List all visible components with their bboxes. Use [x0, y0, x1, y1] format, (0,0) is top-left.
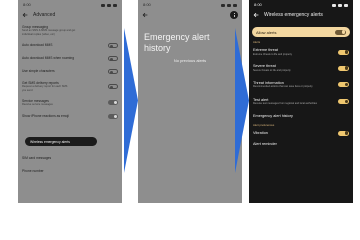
phone-alert-history: 8:00 Emergency alert history No previous… [138, 0, 242, 203]
empty-state-message: No previous alerts [173, 58, 207, 63]
vibration-setting[interactable]: Vibration [253, 127, 349, 139]
status-bar: 8:00 [143, 2, 237, 8]
alert-test-alert[interactable]: Test alert Receive test messages from re… [253, 93, 349, 110]
status-icons [101, 3, 117, 7]
setting-group-messaging[interactable]: Group messaging Send an SMS & MMS messag… [22, 22, 118, 39]
setting-label: Vibration [253, 130, 268, 135]
setting-auto-download-mms[interactable]: Auto download MMS [22, 39, 118, 52]
alerts-list: Alerts Extreme threat Extreme threats to… [253, 40, 349, 149]
setting-description: individual replies (video, etc) [22, 32, 55, 36]
settings-list: Group messaging Send an SMS & MMS messag… [22, 22, 118, 123]
phone-advanced-settings: 8:00 Advanced Group messaging Send an SM… [18, 0, 122, 203]
toggle-switch[interactable] [108, 84, 118, 89]
setting-label: SIM card messages [22, 156, 52, 161]
status-bar: 8:00 [254, 2, 348, 8]
status-time: 8:00 [254, 2, 262, 7]
allow-alerts-toggle[interactable] [335, 29, 346, 35]
alert-description: Severe threats to life and property [253, 68, 291, 72]
status-time: 8:00 [23, 2, 31, 7]
page-title: Wireless emergency alerts [264, 12, 323, 18]
toggle-switch[interactable] [338, 82, 349, 87]
alert-label: Emergency alert history [253, 114, 293, 119]
setting-label: Show iPhone reactions as emoji [22, 114, 69, 119]
setting-label: Wireless emergency alerts [30, 139, 70, 144]
alert-description: Recommended actions that can save lives … [253, 85, 313, 89]
emergency-alert-history-item[interactable]: Emergency alert history [253, 110, 349, 123]
page-title: Advanced [33, 12, 56, 18]
alert-description: Extreme threats to life and property [253, 52, 293, 56]
app-bar: Wireless emergency alerts [253, 10, 349, 20]
wireless-emergency-alerts-item[interactable]: Wireless emergency alerts [25, 137, 97, 146]
setting-label: Alert reminder [253, 141, 277, 146]
setting-phone-number[interactable]: Phone number [22, 165, 118, 178]
setting-label: Use simple characters [22, 69, 55, 74]
toggle-switch[interactable] [108, 100, 118, 105]
setting-auto-download-roaming[interactable]: Auto download MMS when roaming [22, 52, 118, 65]
app-bar [142, 10, 238, 20]
setting-iphone-reactions[interactable]: Show iPhone reactions as emoji [22, 110, 118, 123]
alert-reminder-setting[interactable]: Alert reminder [253, 139, 349, 149]
page-title-line: Emergency alert [144, 32, 210, 42]
setting-simple-characters[interactable]: Use simple characters [22, 65, 118, 78]
page-title: Emergency alert history [144, 32, 238, 54]
status-time: 8:00 [143, 2, 151, 7]
toggle-switch[interactable] [338, 99, 349, 104]
toggle-switch[interactable] [338, 49, 349, 55]
status-icons [221, 3, 237, 7]
setting-label: Auto download MMS when roaming [22, 56, 75, 61]
setting-description: you send [22, 88, 33, 92]
toggle-switch[interactable] [338, 130, 349, 136]
back-arrow-icon[interactable] [253, 12, 259, 18]
setting-sim-card-messages[interactable]: SIM card messages [22, 152, 118, 165]
app-bar: Advanced [22, 10, 118, 20]
status-icons [332, 3, 348, 7]
alert-threat-information[interactable]: Threat information Recommended actions t… [253, 76, 349, 93]
toggle-switch[interactable] [108, 43, 118, 48]
allow-alerts-row[interactable]: Allow alerts [252, 27, 350, 37]
setting-service-messages[interactable]: Service messages Receive service message… [22, 95, 118, 110]
back-arrow-icon[interactable] [142, 12, 148, 18]
back-arrow-icon[interactable] [22, 12, 28, 18]
alert-severe-threat[interactable]: Severe threat Severe threats to life and… [253, 60, 349, 76]
toggle-switch[interactable] [108, 56, 118, 61]
toggle-switch[interactable] [338, 65, 349, 71]
more-options-icon[interactable] [230, 11, 238, 19]
alert-extreme-threat[interactable]: Extreme threat Extreme threats to life a… [253, 44, 349, 60]
toggle-switch[interactable] [108, 69, 118, 74]
status-bar: 8:00 [23, 2, 117, 8]
phone-wireless-emergency-alerts: 8:00 Wireless emergency alerts Allow ale… [249, 0, 353, 203]
setting-delivery-reports[interactable]: Get SMS delivery reports Request a deliv… [22, 78, 118, 95]
arrow-right-icon [124, 28, 138, 173]
alert-description: Receive test messages from regional and … [253, 102, 318, 106]
allow-alerts-label: Allow alerts [256, 29, 277, 35]
setting-label: Auto download MMS [22, 43, 53, 48]
setting-label: Phone number [22, 169, 44, 174]
toggle-switch[interactable] [108, 114, 118, 119]
page-title-line: history [144, 43, 171, 53]
setting-description: Receive service messages [22, 103, 53, 106]
arrow-right-icon [235, 28, 249, 173]
